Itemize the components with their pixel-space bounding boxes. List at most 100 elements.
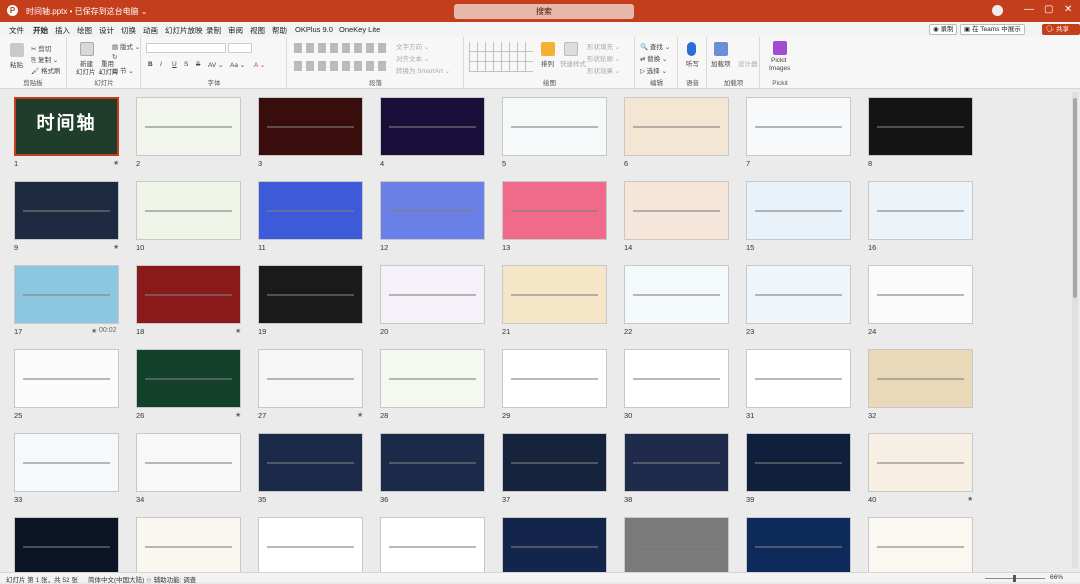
- accessibility-status[interactable]: ☆ 辅助功能: 调查: [146, 574, 196, 584]
- change-case-button[interactable]: Aa ⌄: [230, 61, 245, 69]
- new-slide-icon[interactable]: [80, 42, 94, 56]
- shapes-gallery[interactable]: [469, 42, 533, 72]
- slide-thumbnail[interactable]: [136, 97, 241, 156]
- tab-record[interactable]: 录制: [206, 25, 221, 36]
- shadow-button[interactable]: S: [184, 61, 188, 68]
- search-input[interactable]: 搜索: [454, 4, 634, 19]
- slide-thumbnail[interactable]: [380, 517, 485, 572]
- align-buttons[interactable]: [294, 61, 390, 71]
- slide-thumbnail[interactable]: [624, 97, 729, 156]
- tab-onekey[interactable]: OneKey Lite: [339, 25, 380, 34]
- slide-thumbnail[interactable]: [868, 265, 973, 324]
- slide-thumbnail[interactable]: [624, 349, 729, 408]
- minimize-icon[interactable]: —: [1024, 4, 1034, 15]
- shape-effects-button[interactable]: 形状效果 ⌄: [587, 65, 620, 75]
- slide-thumbnail[interactable]: [746, 97, 851, 156]
- record-button[interactable]: ◉ 录制: [929, 24, 958, 35]
- slide-thumbnail[interactable]: [258, 265, 363, 324]
- find-button[interactable]: 🔍 查找 ⌄: [640, 41, 670, 51]
- zoom-level[interactable]: 66%: [1050, 574, 1063, 581]
- slide-thumbnail[interactable]: [136, 181, 241, 240]
- slide-thumbnail[interactable]: [868, 349, 973, 408]
- list-buttons[interactable]: [294, 43, 390, 53]
- teams-present-button[interactable]: ▣ 在 Teams 中展示: [960, 24, 1025, 35]
- slide-thumbnail[interactable]: [502, 517, 607, 572]
- dictate-button[interactable]: 听写: [686, 58, 699, 68]
- strikethrough-button[interactable]: S: [196, 61, 200, 68]
- pickit-button[interactable]: Pickit: [771, 57, 787, 64]
- section-button[interactable]: ▤ 节 ⌄: [112, 65, 134, 75]
- paste-icon[interactable]: [10, 43, 24, 57]
- bold-button[interactable]: B: [148, 61, 153, 68]
- character-spacing-button[interactable]: AV ⌄: [208, 61, 223, 69]
- slide-thumbnail[interactable]: [624, 517, 729, 572]
- tab-transitions[interactable]: 切换: [121, 25, 136, 36]
- paste-button[interactable]: 粘贴: [10, 59, 23, 69]
- slide-thumbnail[interactable]: [380, 349, 485, 408]
- format-painter-button[interactable]: 🖌 格式刷: [31, 65, 61, 75]
- copy-button[interactable]: ⎘ 复制 ⌄: [31, 54, 58, 65]
- avatar[interactable]: [992, 5, 1003, 16]
- tab-help[interactable]: 帮助: [272, 25, 287, 36]
- shape-outline-button[interactable]: 形状轮廓 ⌄: [587, 53, 620, 63]
- tab-animations[interactable]: 动画: [143, 25, 158, 36]
- scrollbar-thumb[interactable]: [1073, 98, 1077, 298]
- slide-thumbnail[interactable]: 时间轴: [14, 97, 119, 156]
- font-size-input[interactable]: [228, 43, 252, 53]
- slide-thumbnail[interactable]: [746, 265, 851, 324]
- slide-thumbnail[interactable]: [624, 181, 729, 240]
- shape-fill-button[interactable]: 形状填充 ⌄: [587, 41, 620, 51]
- italic-button[interactable]: I: [160, 61, 162, 68]
- microphone-icon[interactable]: [687, 42, 696, 56]
- cut-button[interactable]: ✂ 剪切: [31, 43, 51, 53]
- tab-design[interactable]: 设计: [99, 25, 114, 36]
- slide-thumbnail[interactable]: [14, 349, 119, 408]
- slide-thumbnail[interactable]: [868, 433, 973, 492]
- slide-thumbnail[interactable]: [258, 349, 363, 408]
- slide-thumbnail[interactable]: [502, 265, 607, 324]
- tab-view[interactable]: 视图: [250, 25, 265, 36]
- font-color-button[interactable]: A ⌄: [254, 61, 265, 69]
- slide-thumbnail[interactable]: [746, 349, 851, 408]
- underline-button[interactable]: U: [172, 61, 177, 68]
- slide-thumbnail[interactable]: [14, 181, 119, 240]
- arrange-button[interactable]: 排列: [541, 58, 554, 68]
- slide-thumbnail[interactable]: [380, 433, 485, 492]
- zoom-slider-knob[interactable]: [1013, 575, 1016, 582]
- tab-slideshow[interactable]: 幻灯片放映: [165, 25, 203, 36]
- slide-thumbnail[interactable]: [502, 349, 607, 408]
- slide-thumbnail[interactable]: [14, 265, 119, 324]
- restore-icon[interactable]: ▢: [1044, 4, 1053, 15]
- slide-thumbnail[interactable]: [502, 433, 607, 492]
- slide-thumbnail[interactable]: [380, 97, 485, 156]
- slide-thumbnail[interactable]: [136, 349, 241, 408]
- layout-button[interactable]: ▤ 版式 ⌄: [112, 41, 140, 51]
- slide-thumbnail[interactable]: [14, 433, 119, 492]
- arrange-icon[interactable]: [541, 42, 555, 56]
- reset-button[interactable]: ↻: [112, 53, 117, 61]
- slide-thumbnail[interactable]: [746, 517, 851, 572]
- slide-thumbnail[interactable]: [624, 265, 729, 324]
- designer-button[interactable]: 设计器: [738, 58, 758, 68]
- slide-thumbnail[interactable]: [746, 181, 851, 240]
- tab-review[interactable]: 审阅: [228, 25, 243, 36]
- addins-button[interactable]: 加载项: [711, 58, 731, 68]
- slide-thumbnail[interactable]: [746, 433, 851, 492]
- addins-icon[interactable]: [714, 42, 728, 56]
- slide-thumbnail[interactable]: [136, 433, 241, 492]
- slide-thumbnail[interactable]: [14, 517, 119, 572]
- slide-thumbnail[interactable]: [624, 433, 729, 492]
- replace-button[interactable]: ⇄ 替换 ⌄: [640, 53, 668, 63]
- slide-thumbnail[interactable]: [868, 517, 973, 572]
- pickit-icon[interactable]: [773, 41, 787, 55]
- select-button[interactable]: ▷ 选择 ⌄: [640, 65, 667, 75]
- tab-insert[interactable]: 插入: [55, 25, 70, 36]
- language-indicator[interactable]: 简体中文(中国大陆): [88, 574, 144, 584]
- slide-thumbnail[interactable]: [380, 181, 485, 240]
- slide-thumbnail[interactable]: [258, 517, 363, 572]
- vertical-scrollbar[interactable]: [1072, 92, 1078, 568]
- slide-thumbnail[interactable]: [258, 433, 363, 492]
- tab-okplus[interactable]: OKPlus 9.0: [295, 25, 333, 34]
- slide-thumbnail[interactable]: [868, 181, 973, 240]
- font-name-input[interactable]: [146, 43, 226, 53]
